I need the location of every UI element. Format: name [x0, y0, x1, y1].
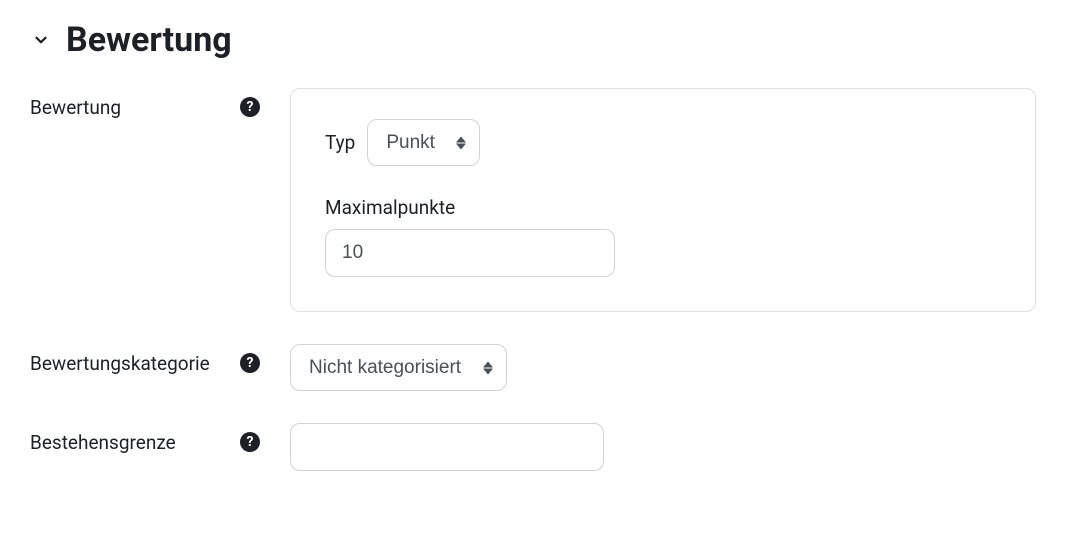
- grade-label: Bewertung: [30, 94, 121, 123]
- section-title: Bewertung: [66, 20, 232, 60]
- help-icon[interactable]: ?: [240, 353, 260, 373]
- grade-type-select[interactable]: Punkt: [367, 119, 480, 166]
- category-label: Bewertungskategorie: [30, 350, 210, 379]
- maxpoints-input[interactable]: [325, 229, 615, 277]
- help-icon[interactable]: ?: [240, 97, 260, 117]
- gradepass-label: Bestehensgrenze: [30, 429, 176, 458]
- maxpoints-label: Maximalpunkte: [325, 196, 1001, 219]
- help-icon[interactable]: ?: [240, 432, 260, 452]
- grade-box: Typ Punkt Maximalpunkte: [290, 88, 1036, 312]
- gradepass-input[interactable]: [290, 423, 604, 471]
- grade-type-label: Typ: [325, 131, 355, 154]
- section-toggle[interactable]: [30, 29, 52, 51]
- category-select[interactable]: Nicht kategorisiert: [290, 344, 507, 391]
